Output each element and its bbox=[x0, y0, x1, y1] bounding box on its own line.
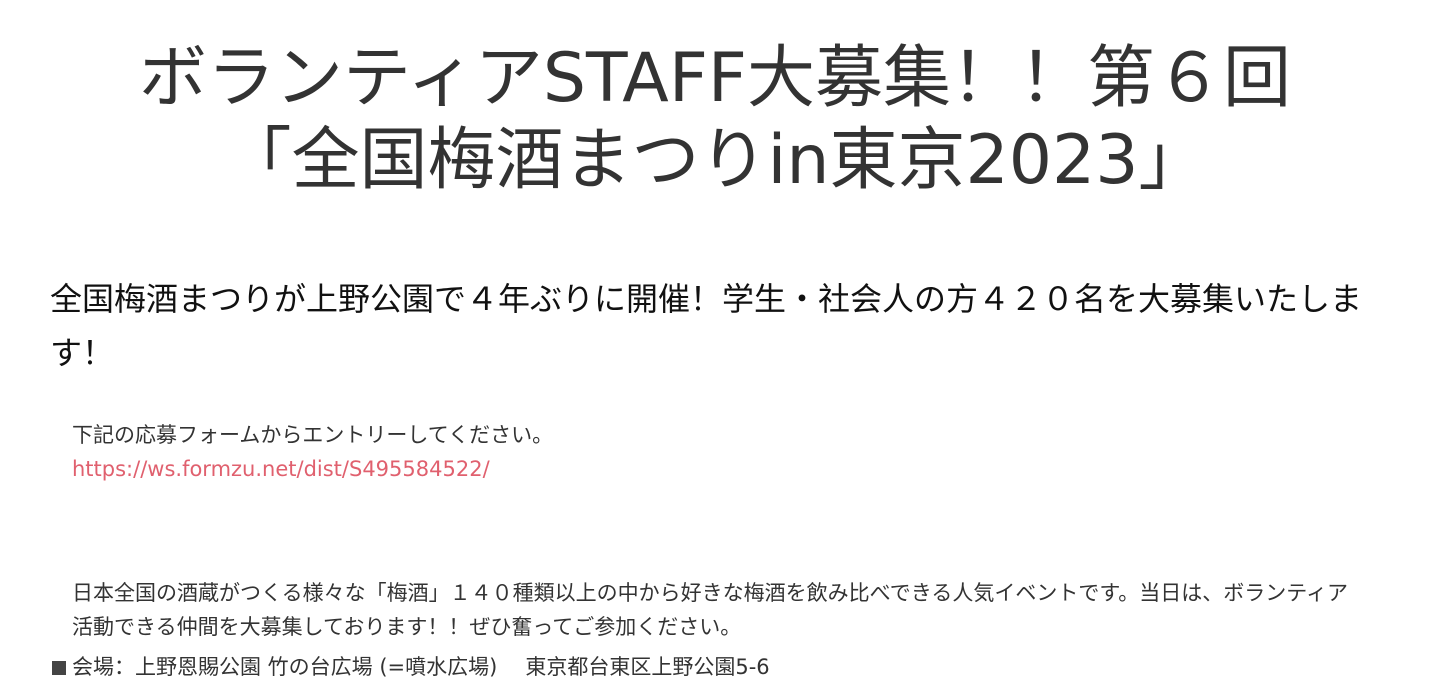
venue-label: 会場：上野恩賜公園 竹の台広場 (=噴水広場) bbox=[72, 655, 498, 679]
lead-paragraph: 全国梅酒まつりが上野公園で４年ぶりに開催！学生・社会人の方４２０名を大募集いたし… bbox=[50, 280, 1363, 372]
entry-section: 下記の応募フォームからエントリーしてください。 https://ws.formz… bbox=[72, 418, 1372, 486]
entry-instruction: 下記の応募フォームからエントリーしてください。 bbox=[72, 423, 554, 447]
venue-line: 会場：上野恩賜公園 竹の台広場 (=噴水広場) 東京都台東区上野公園5-6 bbox=[52, 650, 1372, 684]
page-title: ボランティアSTAFF大募集！！第６回 「全国梅酒まつりin東京2023」 bbox=[0, 38, 1430, 202]
page-title-line-1: ボランティアSTAFF大募集！！第６回 bbox=[138, 39, 1292, 118]
page-title-line-2: 「全国梅酒まつりin東京2023」 bbox=[223, 121, 1207, 200]
event-description: 日本全国の酒蔵がつくる様々な「梅酒」１４０種類以上の中から好きな梅酒を飲み比べで… bbox=[72, 581, 1348, 639]
article-page: ボランティアSTAFF大募集！！第６回 「全国梅酒まつりin東京2023」 全国… bbox=[0, 0, 1453, 691]
venue-address: 東京都台東区上野公園5-6 bbox=[525, 655, 770, 679]
application-form-link[interactable]: https://ws.formzu.net/dist/S495584522/ bbox=[72, 452, 1372, 486]
square-bullet-icon bbox=[52, 661, 66, 675]
